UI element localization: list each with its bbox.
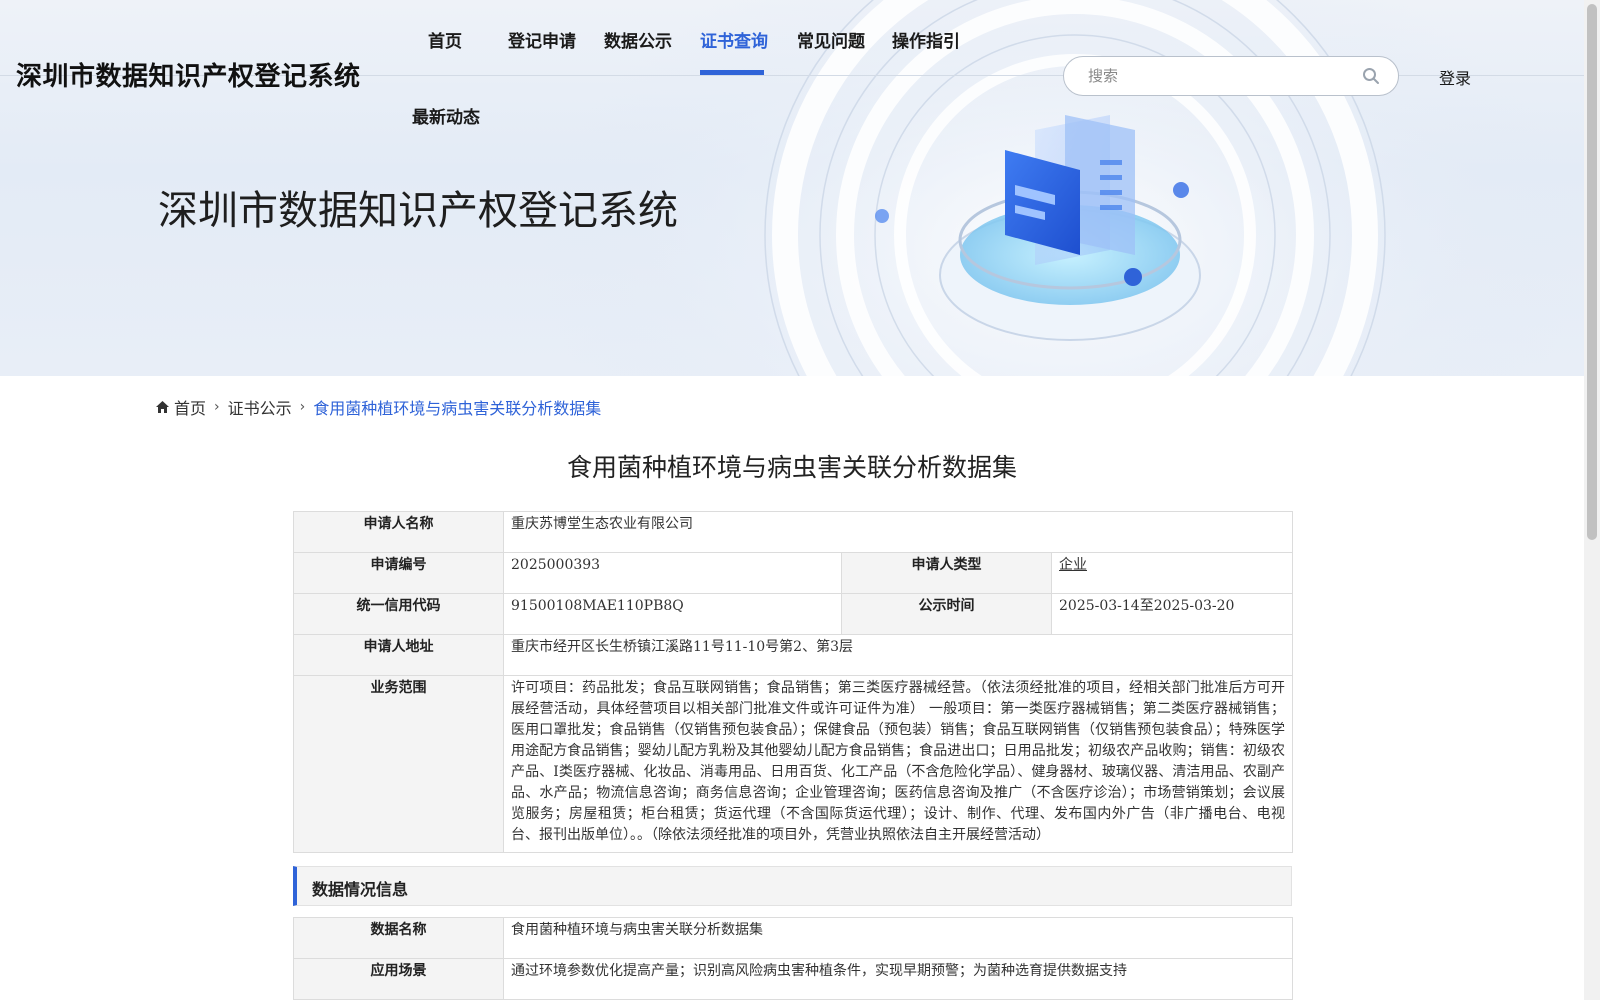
table-row: 统一信用代码 91500108MAE110PB8Q 公示时间 2025-03-1… <box>293 593 1294 635</box>
nav-item-faq[interactable]: 常见问题 <box>797 27 865 52</box>
data-info-section-header: 数据情况信息 <box>293 866 1292 906</box>
nav-item-registration[interactable]: 登记申请 <box>508 27 576 52</box>
page-scrollbar[interactable] <box>1584 0 1600 1000</box>
nav-active-indicator <box>700 70 764 75</box>
scenario-value: 通过环境参数优化提高产量；识别高风险病虫害种植条件，实现早期预警；为菌种选育提供… <box>503 958 1293 1000</box>
data-name-value: 食用菌种植环境与病虫害关联分析数据集 <box>503 917 1293 959</box>
application-no-label: 申请编号 <box>293 552 504 594</box>
applicant-info-table: 申请人名称 重庆苏博堂生态农业有限公司 申请编号 2025000393 申请人类… <box>293 511 1294 853</box>
applicant-type-label: 申请人类型 <box>841 552 1052 594</box>
table-row: 申请人名称 重庆苏博堂生态农业有限公司 <box>293 511 1294 553</box>
table-row: 业务范围 许可项目：药品批发；食品互联网销售；食品销售；第三类医疗器械经营。（依… <box>293 675 1294 853</box>
home-icon <box>156 401 169 413</box>
business-scope-label: 业务范围 <box>293 675 504 853</box>
data-info-table: 数据名称 食用菌种植环境与病虫害关联分析数据集 应用场景 通过环境参数优化提高产… <box>293 917 1293 1000</box>
login-link[interactable]: 登录 <box>1439 65 1471 89</box>
table-row: 申请人地址 重庆市经开区长生桥镇江溪路11号11-10号第2、第3层 <box>293 634 1294 676</box>
address-value: 重庆市经开区长生桥镇江溪路11号11-10号第2、第3层 <box>502 634 1294 676</box>
hero-title: 深圳市数据知识产权登记系统 <box>158 188 678 234</box>
chevron-right-icon: › <box>299 399 306 415</box>
nav-item-home[interactable]: 首页 <box>428 27 462 52</box>
breadcrumb-section[interactable]: 证书公示 <box>228 395 292 419</box>
page-root: 深圳市数据知识产权登记系统 首页 登记申请 数据公示 证书查询 常见问题 操作指… <box>0 0 1600 1000</box>
applicant-name-value: 重庆苏博堂生态农业有限公司 <box>502 511 1294 553</box>
breadcrumb-current: 食用菌种植环境与病虫害关联分析数据集 <box>313 399 602 418</box>
nav-item-data-publicity[interactable]: 数据公示 <box>604 27 672 52</box>
breadcrumb: 首页 › 证书公示 › 食用菌种植环境与病虫害关联分析数据集 <box>155 396 601 418</box>
table-row: 应用场景 通过环境参数优化提高产量；识别高风险病虫害种植条件，实现早期预警；为菌… <box>293 958 1293 1000</box>
site-title: 深圳市数据知识产权登记系统 <box>16 62 361 92</box>
application-no-value: 2025000393 <box>503 552 842 594</box>
credit-code-value: 91500108MAE110PB8Q <box>503 593 842 635</box>
business-scope-value: 许可项目：药品批发；食品互联网销售；食品销售；第三类医疗器械经营。（依法须经批准… <box>502 675 1294 853</box>
chevron-right-icon: › <box>214 399 220 415</box>
section-title: 数据情况信息 <box>312 880 409 899</box>
hero-banner: 深圳市数据知识产权登记系统 首页 登记申请 数据公示 证书查询 常见问题 操作指… <box>0 0 1584 376</box>
search-input[interactable] <box>1088 65 1358 87</box>
scenario-label: 应用场景 <box>293 958 504 1000</box>
table-row: 数据名称 食用菌种植环境与病虫害关联分析数据集 <box>293 917 1293 959</box>
applicant-name-label: 申请人名称 <box>293 511 504 553</box>
breadcrumb-home[interactable]: 首页 <box>174 395 206 419</box>
nav-item-news[interactable]: 最新动态 <box>412 103 480 128</box>
search-icon[interactable] <box>1362 67 1380 85</box>
nav-item-certificate-query[interactable]: 证书查询 <box>700 27 768 52</box>
credit-code-label: 统一信用代码 <box>293 593 504 635</box>
table-row: 申请编号 2025000393 申请人类型 企业 <box>293 552 1294 594</box>
data-name-label: 数据名称 <box>293 917 504 959</box>
applicant-type-value: 企业 <box>1050 552 1294 594</box>
applicant-type-text: 企业 <box>1059 557 1087 573</box>
scrollbar-thumb[interactable] <box>1587 4 1597 540</box>
detail-title: 食用菌种植环境与病虫害关联分析数据集 <box>566 453 1017 482</box>
publicity-time-label: 公示时间 <box>841 593 1052 635</box>
search-box <box>1063 56 1399 96</box>
address-label: 申请人地址 <box>293 634 504 676</box>
publicity-time-value: 2025-03-14至2025-03-20 <box>1050 593 1294 635</box>
nav-item-guide[interactable]: 操作指引 <box>892 27 960 52</box>
